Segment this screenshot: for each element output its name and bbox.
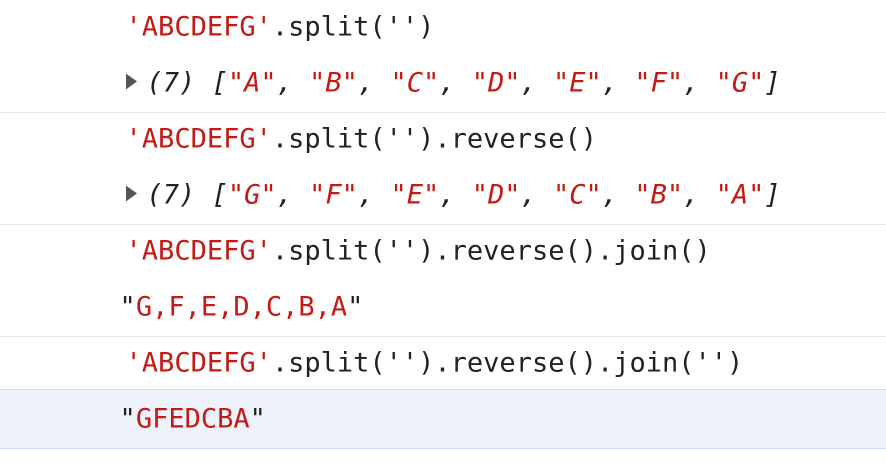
array-item: "G" (715, 67, 765, 98)
array-item: "E" (390, 179, 440, 210)
array-item: "G" (227, 179, 277, 210)
array-item: "D" (471, 179, 521, 210)
array-item: "D" (471, 67, 521, 98)
array-item: "A" (715, 179, 765, 210)
string-literal: 'ABCDEFG' (125, 347, 272, 379)
string-literal: 'ABCDEFG' (125, 235, 272, 267)
string-literal: 'ABCDEFG' (125, 123, 272, 155)
array-item: "B" (634, 179, 684, 210)
array-item: "B" (309, 67, 358, 98)
devtools-console: 'ABCDEFG'.split('') (7) ["A", "B", "C", … (0, 0, 886, 463)
array-item: "E" (553, 67, 602, 98)
array-item: "F" (634, 67, 684, 98)
method-chain: .split('').reverse().join('') (271, 347, 744, 379)
result-string: "G,F,E,D,C,B,A" (119, 291, 364, 322)
console-output-string[interactable]: "GFEDCBA" (0, 389, 886, 449)
array-length: (7) (146, 67, 196, 98)
array-item: "C" (390, 67, 440, 98)
array-item: "C" (553, 179, 602, 210)
expand-triangle-icon[interactable] (125, 185, 137, 202)
array-length: (7) (146, 179, 196, 210)
expand-triangle-icon[interactable] (125, 73, 137, 90)
result-string: "GFEDCBA" (119, 403, 266, 435)
method-chain: .split('') (271, 11, 435, 42)
method-chain: .split('').reverse() (271, 123, 597, 155)
string-literal: 'ABCDEFG' (125, 11, 272, 42)
array-item: "A" (227, 67, 277, 98)
array-item: "F" (309, 179, 358, 210)
method-chain: .split('').reverse().join() (271, 235, 711, 267)
